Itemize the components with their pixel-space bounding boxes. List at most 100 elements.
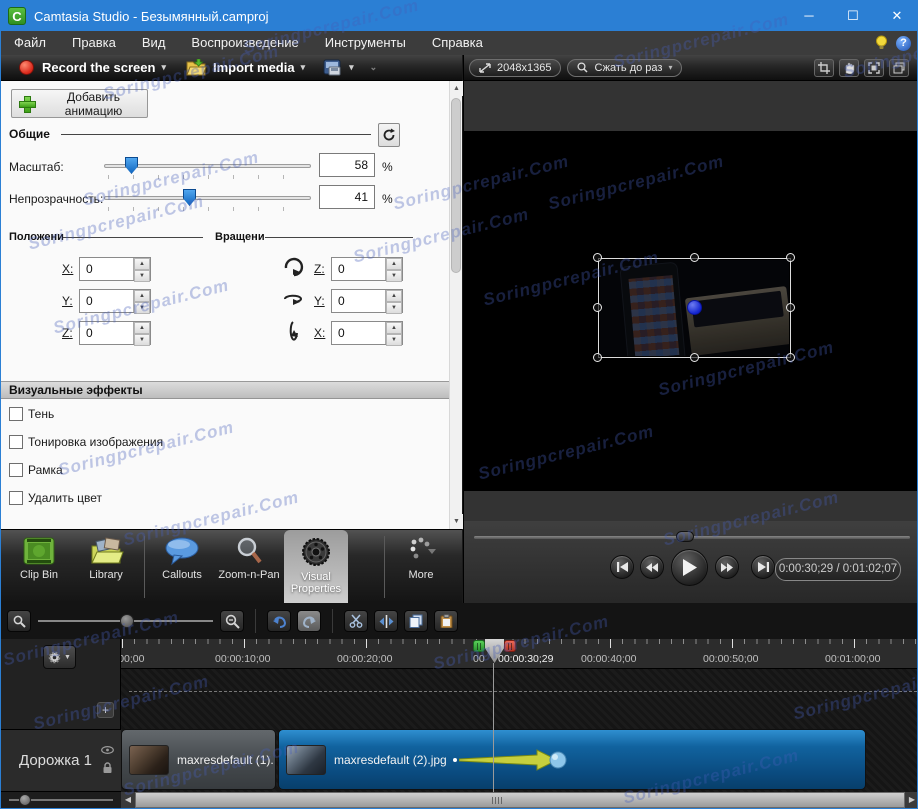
canvas-dimensions-button[interactable]: 2048x1365 (469, 58, 562, 77)
detach-window-icon[interactable] (889, 58, 909, 77)
spin-up-icon[interactable]: ▲ (134, 258, 150, 270)
scroll-up-icon[interactable]: ▲ (450, 81, 463, 96)
scroll-left-icon[interactable]: ◀ (121, 792, 135, 808)
reset-button[interactable] (378, 123, 400, 147)
fast-forward-button[interactable] (715, 555, 739, 579)
spin-up-icon[interactable]: ▲ (386, 322, 402, 334)
add-animation-button[interactable]: Добавить анимацию (11, 89, 148, 118)
produce-dropdown-arrow[interactable]: ▾ (349, 62, 354, 73)
zoom-out-button[interactable] (7, 610, 31, 632)
tab-clip-bin[interactable]: Clip Bin (7, 530, 71, 604)
scrollbar-thumb[interactable] (451, 98, 461, 273)
menu-view[interactable]: Вид (129, 31, 179, 55)
redo-button[interactable] (297, 610, 321, 632)
menu-tools[interactable]: Инструменты (312, 31, 419, 55)
opacity-slider-thumb[interactable] (183, 189, 196, 206)
preview-seekbar-thumb[interactable] (676, 531, 694, 542)
selection-center-handle[interactable] (687, 300, 702, 315)
remove-color-checkbox[interactable] (9, 491, 23, 505)
spin-up-icon[interactable]: ▲ (386, 290, 402, 302)
split-button[interactable] (374, 610, 398, 632)
timeline-ruler[interactable]: 00:00:00;00 00:00:10;00 00:00:20;00 00 0… (121, 639, 917, 669)
selection-out-marker[interactable] (504, 640, 516, 652)
copy-button[interactable] (404, 610, 428, 632)
track-lane[interactable]: maxresdefault (1). maxresdefault (2).jpg (121, 669, 917, 792)
track-lock-icon[interactable] (102, 762, 113, 774)
border-checkbox[interactable] (9, 463, 23, 477)
menu-help[interactable]: Справка (419, 31, 496, 55)
opacity-slider[interactable] (104, 196, 311, 200)
selection-handle-ne[interactable] (786, 253, 795, 262)
spin-down-icon[interactable]: ▼ (386, 334, 402, 346)
colorize-checkbox[interactable] (9, 435, 23, 449)
produce-share-icon[interactable] (323, 59, 343, 77)
scale-value-input[interactable]: 58 (319, 153, 375, 177)
scroll-down-icon[interactable]: ▼ (450, 514, 463, 529)
maximize-button[interactable]: ☐ (831, 1, 875, 31)
timeline-scrollbar[interactable] (135, 792, 905, 808)
zoom-slider-thumb[interactable] (120, 614, 134, 628)
minimize-button[interactable]: ─ (787, 1, 831, 31)
spin-down-icon[interactable]: ▼ (386, 270, 402, 282)
import-dropdown-arrow[interactable]: ▾ (301, 62, 306, 73)
pos-z-spinner[interactable]: 0 ▲ ▼ (79, 321, 151, 346)
menu-playback[interactable]: Воспроизведение (178, 31, 311, 55)
selection-handle-n[interactable] (690, 253, 699, 262)
import-media-button[interactable]: Import media (213, 60, 295, 75)
tab-visual-properties[interactable]: Visual Properties (284, 530, 348, 604)
spin-up-icon[interactable]: ▲ (134, 322, 150, 334)
opacity-value-input[interactable]: 41 (319, 185, 375, 209)
tip-bulb-icon[interactable] (875, 35, 888, 51)
menu-file[interactable]: Файл (1, 31, 59, 55)
animation-arrow-icon[interactable] (458, 747, 569, 773)
selection-in-marker[interactable] (473, 640, 485, 652)
close-button[interactable]: ✕ (875, 1, 917, 31)
menu-edit[interactable]: Правка (59, 31, 129, 55)
spin-down-icon[interactable]: ▼ (386, 302, 402, 314)
rot-x-spinner[interactable]: 0 ▲ ▼ (331, 321, 403, 346)
zoom-in-button[interactable] (220, 610, 244, 632)
selection-handle-se[interactable] (786, 353, 795, 362)
shadow-checkbox[interactable] (9, 407, 23, 421)
scroll-right-icon[interactable]: ▶ (905, 792, 917, 808)
fullscreen-icon[interactable] (864, 58, 884, 77)
spin-down-icon[interactable]: ▼ (134, 302, 150, 314)
pan-hand-icon[interactable] (839, 58, 859, 77)
crop-icon[interactable] (814, 58, 834, 77)
play-button[interactable] (671, 549, 708, 586)
properties-scrollbar[interactable]: ▲ ▼ (449, 81, 463, 529)
record-screen-button[interactable]: Record the screen (42, 60, 155, 75)
selection-handle-sw[interactable] (593, 353, 602, 362)
selection-handle-nw[interactable] (593, 253, 602, 262)
rot-y-spinner[interactable]: 0 ▲ ▼ (331, 289, 403, 314)
undo-button[interactable] (267, 610, 291, 632)
help-icon[interactable]: ? (896, 35, 911, 51)
spin-down-icon[interactable]: ▼ (134, 270, 150, 282)
tab-more[interactable]: More (389, 530, 453, 604)
clip-maxresdefault-2[interactable]: maxresdefault (2).jpg (278, 729, 866, 790)
track-height-thumb[interactable] (19, 794, 31, 806)
tab-callouts[interactable]: Callouts (149, 530, 215, 604)
track-height-slider[interactable] (1, 792, 121, 808)
spin-down-icon[interactable]: ▼ (134, 334, 150, 346)
timeline-settings-button[interactable]: ▼ (43, 645, 76, 669)
rot-z-spinner[interactable]: 0 ▲ ▼ (331, 257, 403, 282)
selection-handle-s[interactable] (690, 353, 699, 362)
track-visibility-icon[interactable] (101, 746, 114, 754)
zoom-mode-dropdown[interactable]: Сжать до раз ▾ (567, 58, 683, 77)
tab-zoom-n-pan[interactable]: Zoom-n-Pan (217, 530, 281, 604)
cut-button[interactable] (344, 610, 368, 632)
selection-handle-e[interactable] (786, 303, 795, 312)
scale-slider-thumb[interactable] (125, 157, 138, 174)
toolbar-overflow-chevron[interactable]: ⌄ (370, 62, 378, 73)
add-track-button[interactable]: + (97, 702, 114, 718)
paste-button[interactable] (434, 610, 458, 632)
record-dropdown-arrow[interactable]: ▾ (161, 62, 166, 73)
tab-library[interactable]: Library (73, 530, 139, 604)
pos-x-spinner[interactable]: 0 ▲ ▼ (79, 257, 151, 282)
spin-up-icon[interactable]: ▲ (134, 290, 150, 302)
go-to-start-button[interactable] (610, 555, 634, 579)
rewind-button[interactable] (640, 555, 664, 579)
timeline-zoom-slider[interactable] (38, 610, 213, 632)
pos-y-spinner[interactable]: 0 ▲ ▼ (79, 289, 151, 314)
